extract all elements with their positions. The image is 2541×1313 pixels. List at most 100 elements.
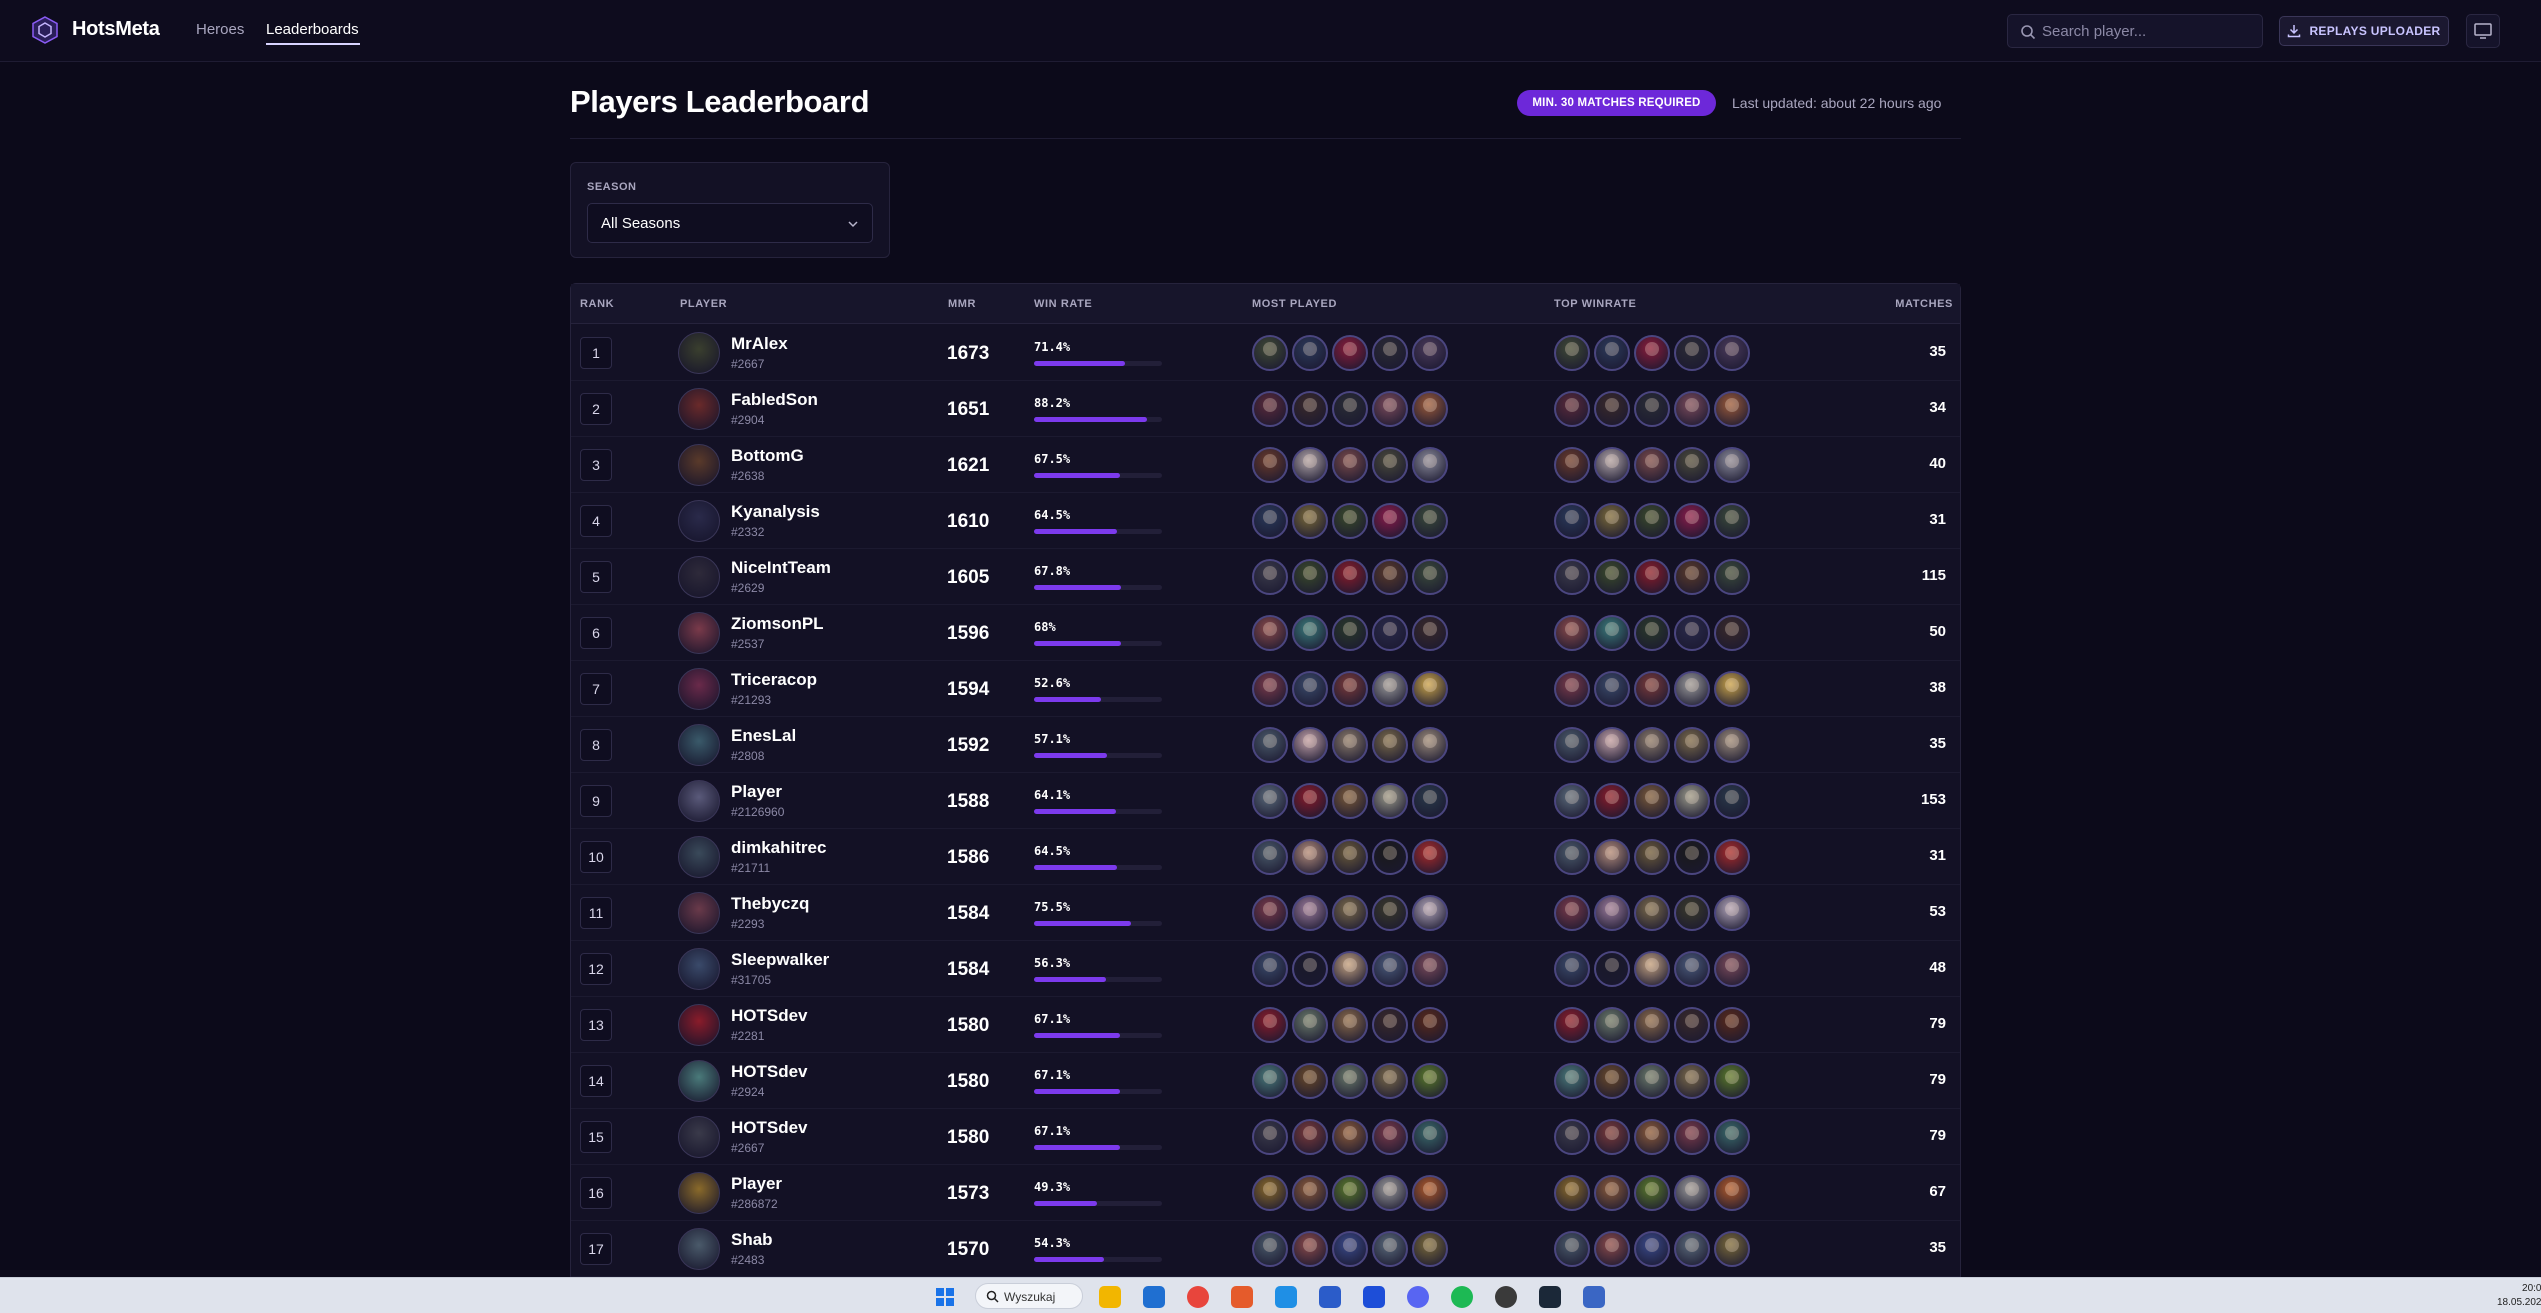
hero-portrait-icon[interactable]: [1594, 447, 1630, 483]
hero-portrait-icon[interactable]: [1634, 1231, 1670, 1267]
display-toggle-button[interactable]: [2466, 14, 2500, 48]
table-row[interactable]: 9 Player #2126960 1588 64.1% 153: [571, 773, 1960, 829]
player-avatar[interactable]: [678, 668, 720, 710]
player-name[interactable]: HOTSdev: [731, 1006, 808, 1026]
hero-portrait-icon[interactable]: [1674, 335, 1710, 371]
hero-portrait-icon[interactable]: [1554, 783, 1590, 819]
hero-portrait-icon[interactable]: [1594, 1007, 1630, 1043]
hero-portrait-icon[interactable]: [1292, 783, 1328, 819]
hero-portrait-icon[interactable]: [1674, 727, 1710, 763]
player-avatar[interactable]: [678, 780, 720, 822]
hero-portrait-icon[interactable]: [1372, 839, 1408, 875]
table-row[interactable]: 1 MrAlex #2667 1673 71.4% 35: [571, 325, 1960, 381]
hero-portrait-icon[interactable]: [1412, 783, 1448, 819]
hero-portrait-icon[interactable]: [1252, 391, 1288, 427]
ea-icon[interactable]: [1363, 1286, 1385, 1308]
hero-portrait-icon[interactable]: [1594, 503, 1630, 539]
player-avatar[interactable]: [678, 836, 720, 878]
hero-portrait-icon[interactable]: [1674, 391, 1710, 427]
hero-portrait-icon[interactable]: [1634, 895, 1670, 931]
hero-portrait-icon[interactable]: [1252, 839, 1288, 875]
table-row[interactable]: 6 ZiomsonPL #2537 1596 68% 50: [571, 605, 1960, 661]
hero-portrait-icon[interactable]: [1714, 615, 1750, 651]
player-name[interactable]: ZiomsonPL: [731, 614, 824, 634]
hero-portrait-icon[interactable]: [1292, 391, 1328, 427]
hero-portrait-icon[interactable]: [1634, 783, 1670, 819]
player-avatar[interactable]: [678, 332, 720, 374]
hero-portrait-icon[interactable]: [1332, 671, 1368, 707]
player-avatar[interactable]: [678, 1060, 720, 1102]
hero-portrait-icon[interactable]: [1292, 503, 1328, 539]
hero-portrait-icon[interactable]: [1292, 727, 1328, 763]
hero-portrait-icon[interactable]: [1714, 503, 1750, 539]
hero-portrait-icon[interactable]: [1674, 1119, 1710, 1155]
hero-portrait-icon[interactable]: [1252, 783, 1288, 819]
hero-portrait-icon[interactable]: [1332, 335, 1368, 371]
player-name[interactable]: Triceracop: [731, 670, 817, 690]
hero-portrait-icon[interactable]: [1292, 671, 1328, 707]
hero-portrait-icon[interactable]: [1332, 615, 1368, 651]
hero-portrait-icon[interactable]: [1252, 1063, 1288, 1099]
hero-portrait-icon[interactable]: [1372, 783, 1408, 819]
player-name[interactable]: Thebyczq: [731, 894, 809, 914]
hero-portrait-icon[interactable]: [1372, 1231, 1408, 1267]
hero-portrait-icon[interactable]: [1412, 335, 1448, 371]
remote-icon[interactable]: [1319, 1286, 1341, 1308]
hero-portrait-icon[interactable]: [1292, 1175, 1328, 1211]
hero-portrait-icon[interactable]: [1554, 559, 1590, 595]
hero-portrait-icon[interactable]: [1332, 727, 1368, 763]
hero-portrait-icon[interactable]: [1714, 895, 1750, 931]
table-row[interactable]: 8 EnesLal #2808 1592 57.1% 35: [571, 717, 1960, 773]
taskbar-search[interactable]: Wyszukaj: [975, 1283, 1083, 1309]
hero-portrait-icon[interactable]: [1634, 1119, 1670, 1155]
brave-icon[interactable]: [1231, 1286, 1253, 1308]
hero-portrait-icon[interactable]: [1634, 559, 1670, 595]
hero-portrait-icon[interactable]: [1372, 1063, 1408, 1099]
hero-portrait-icon[interactable]: [1714, 951, 1750, 987]
hero-portrait-icon[interactable]: [1674, 783, 1710, 819]
player-avatar[interactable]: [678, 444, 720, 486]
hero-portrait-icon[interactable]: [1674, 671, 1710, 707]
hero-portrait-icon[interactable]: [1714, 1063, 1750, 1099]
hero-portrait-icon[interactable]: [1372, 335, 1408, 371]
hero-portrait-icon[interactable]: [1292, 615, 1328, 651]
hero-portrait-icon[interactable]: [1554, 335, 1590, 371]
taskbar-clock[interactable]: 20:02 18.05.2024: [2497, 1282, 2541, 1310]
hero-portrait-icon[interactable]: [1594, 391, 1630, 427]
hero-portrait-icon[interactable]: [1252, 559, 1288, 595]
hero-portrait-icon[interactable]: [1634, 671, 1670, 707]
discord-icon[interactable]: [1407, 1286, 1429, 1308]
hero-portrait-icon[interactable]: [1594, 895, 1630, 931]
player-name[interactable]: Player: [731, 782, 782, 802]
table-row[interactable]: 5 NiceIntTeam #2629 1605 67.8% 115: [571, 549, 1960, 605]
hero-portrait-icon[interactable]: [1674, 1231, 1710, 1267]
hero-portrait-icon[interactable]: [1554, 727, 1590, 763]
hero-portrait-icon[interactable]: [1674, 895, 1710, 931]
hero-portrait-icon[interactable]: [1594, 1063, 1630, 1099]
hero-portrait-icon[interactable]: [1554, 671, 1590, 707]
hero-portrait-icon[interactable]: [1412, 1119, 1448, 1155]
hero-portrait-icon[interactable]: [1412, 503, 1448, 539]
hero-portrait-icon[interactable]: [1332, 503, 1368, 539]
hero-portrait-icon[interactable]: [1252, 951, 1288, 987]
hero-portrait-icon[interactable]: [1332, 895, 1368, 931]
player-search[interactable]: [2007, 14, 2263, 48]
player-name[interactable]: HOTSdev: [731, 1062, 808, 1082]
hero-portrait-icon[interactable]: [1412, 671, 1448, 707]
table-row[interactable]: 14 HOTSdev #2924 1580 67.1% 79: [571, 1053, 1960, 1109]
player-avatar[interactable]: [678, 1228, 720, 1270]
hero-portrait-icon[interactable]: [1252, 895, 1288, 931]
player-avatar[interactable]: [678, 892, 720, 934]
hero-portrait-icon[interactable]: [1412, 1063, 1448, 1099]
player-name[interactable]: FabledSon: [731, 390, 818, 410]
hero-portrait-icon[interactable]: [1554, 615, 1590, 651]
steam-icon[interactable]: [1539, 1286, 1561, 1308]
hero-portrait-icon[interactable]: [1252, 671, 1288, 707]
hero-portrait-icon[interactable]: [1412, 1175, 1448, 1211]
hero-portrait-icon[interactable]: [1594, 559, 1630, 595]
hero-portrait-icon[interactable]: [1332, 951, 1368, 987]
hero-portrait-icon[interactable]: [1714, 1007, 1750, 1043]
hero-portrait-icon[interactable]: [1412, 1007, 1448, 1043]
hero-portrait-icon[interactable]: [1554, 1063, 1590, 1099]
hero-portrait-icon[interactable]: [1332, 1231, 1368, 1267]
